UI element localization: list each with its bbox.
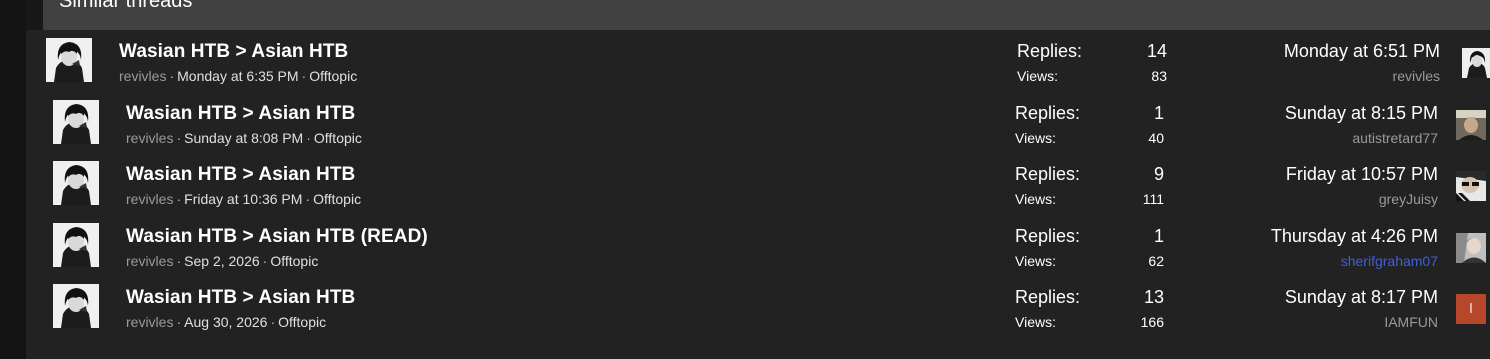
manga-portrait-icon: [53, 284, 99, 328]
views-count: 83: [1151, 68, 1167, 84]
thread-start-date[interactable]: Friday at 10:36 PM: [184, 191, 302, 207]
thread-start-date[interactable]: Sunday at 8:08 PM: [184, 130, 303, 146]
thread-meta: revivles · Sep 2, 2026 · Offtopic: [126, 253, 318, 269]
views-count: 111: [1142, 191, 1164, 207]
thread-author-link[interactable]: revivles: [126, 314, 173, 330]
thread-meta: revivles · Sunday at 8:08 PM · Offtopic: [126, 130, 362, 146]
thread-title-link[interactable]: Wasian HTB > Asian HTB (READ): [126, 226, 428, 248]
last-poster-avatar[interactable]: I: [1456, 294, 1486, 324]
thread-forum-link[interactable]: Offtopic: [314, 130, 362, 146]
thread-author-link[interactable]: revivles: [126, 253, 173, 269]
meta-separator: ·: [306, 130, 311, 146]
photo-avatar-icon: [1456, 171, 1486, 201]
thread-start-date[interactable]: Aug 30, 2026: [184, 314, 267, 330]
thread-start-date[interactable]: Sep 2, 2026: [184, 253, 260, 269]
block-header: Similar threads: [43, 0, 1490, 30]
views-count: 166: [1140, 314, 1164, 330]
views-label: Views:: [1015, 130, 1056, 146]
views-label: Views:: [1015, 191, 1056, 207]
meta-separator: ·: [270, 314, 276, 330]
thread-meta: revivles · Aug 30, 2026 · Offtopic: [126, 314, 326, 330]
meta-separator: ·: [176, 130, 182, 146]
thread-row: Wasian HTB > Asian HTB revivles · Sunday a…: [26, 92, 1490, 153]
thread-forum-link[interactable]: Offtopic: [309, 68, 357, 84]
thread-title-link[interactable]: Wasian HTB > Asian HTB: [126, 103, 355, 125]
block-title: Similar threads: [59, 0, 193, 12]
meta-separator: ·: [301, 68, 307, 84]
thread-title-link[interactable]: Wasian HTB > Asian HTB: [126, 287, 355, 309]
last-post-date[interactable]: Monday at 6:51 PM: [1180, 41, 1440, 62]
replies-label: Replies:: [1015, 226, 1081, 246]
replies-count: 13: [1143, 287, 1164, 307]
thread-author-link[interactable]: revivles: [126, 191, 173, 207]
similar-threads-page: Similar threads Wasian HTB > Asian HTB r…: [0, 0, 1490, 359]
meta-separator: ·: [262, 253, 268, 269]
thread-list: Wasian HTB > Asian HTB revivles · Monday a…: [26, 30, 1490, 359]
author-avatar[interactable]: [53, 284, 99, 328]
thread-forum-link[interactable]: Offtopic: [313, 191, 361, 207]
left-gutter: [0, 0, 26, 359]
manga-portrait-icon: [46, 38, 92, 82]
thread-meta: revivles · Friday at 10:36 PM · Offtopic: [126, 191, 361, 207]
meta-separator: ·: [176, 191, 182, 207]
last-poster-link[interactable]: greyJuisy: [1178, 191, 1438, 207]
manga-portrait-icon: [53, 161, 99, 205]
views-label: Views:: [1015, 314, 1056, 330]
thread-row: Wasian HTB > Asian HTB revivles · Friday a…: [26, 153, 1490, 214]
replies-count: 1: [1153, 226, 1164, 246]
last-post-date[interactable]: Thursday at 4:26 PM: [1178, 226, 1438, 247]
last-poster-avatar[interactable]: [1456, 233, 1486, 263]
meta-separator: ·: [176, 314, 182, 330]
last-poster-link[interactable]: autistretard77: [1178, 130, 1438, 146]
manga-portrait-icon: [53, 100, 99, 144]
last-poster-link[interactable]: IAMFUN: [1178, 314, 1438, 330]
replies-count: 1: [1153, 103, 1164, 123]
manga-portrait-icon: [53, 223, 99, 267]
views-label: Views:: [1015, 253, 1056, 269]
thread-row: Wasian HTB > Asian HTB (READ) revivles · S…: [26, 215, 1490, 276]
replies-label: Replies:: [1017, 41, 1083, 61]
replies-count: 14: [1146, 41, 1167, 61]
author-avatar[interactable]: [53, 223, 99, 267]
last-post-date[interactable]: Sunday at 8:15 PM: [1178, 103, 1438, 124]
author-avatar[interactable]: [53, 100, 99, 144]
author-avatar[interactable]: [46, 38, 92, 82]
thread-meta: revivles · Monday at 6:35 PM · Offtopic: [119, 68, 357, 84]
thread-start-date[interactable]: Monday at 6:35 PM: [177, 68, 298, 84]
views-label: Views:: [1017, 68, 1058, 84]
thread-row: Wasian HTB > Asian HTB revivles · Monday a…: [26, 30, 1490, 91]
thread-title-link[interactable]: Wasian HTB > Asian HTB: [126, 164, 355, 186]
meta-separator: ·: [305, 191, 311, 207]
last-post-date[interactable]: Friday at 10:57 PM: [1178, 164, 1438, 185]
thread-author-link[interactable]: revivles: [119, 68, 166, 84]
replies-count: 9: [1153, 164, 1164, 184]
last-poster-avatar[interactable]: [1456, 110, 1486, 140]
thread-forum-link[interactable]: Offtopic: [270, 253, 318, 269]
avatar-letter: I: [1468, 300, 1474, 317]
author-avatar[interactable]: [53, 161, 99, 205]
replies-label: Replies:: [1015, 164, 1081, 184]
views-count: 40: [1148, 130, 1164, 146]
last-poster-link[interactable]: sherifgraham07: [1178, 253, 1438, 269]
last-post-date[interactable]: Sunday at 8:17 PM: [1178, 287, 1438, 308]
meta-separator: ·: [176, 253, 182, 269]
thread-row: Wasian HTB > Asian HTB revivles · Aug 30, …: [26, 276, 1490, 337]
thread-forum-link[interactable]: Offtopic: [278, 314, 326, 330]
replies-label: Replies:: [1015, 103, 1081, 123]
photo-avatar-icon: [1456, 110, 1486, 140]
thread-author-link[interactable]: revivles: [126, 130, 173, 146]
last-poster-avatar[interactable]: [1462, 48, 1490, 78]
thread-title-link[interactable]: Wasian HTB > Asian HTB: [119, 41, 348, 63]
last-poster-avatar[interactable]: [1456, 171, 1486, 201]
replies-label: Replies:: [1015, 287, 1081, 307]
manga-portrait-icon: [1462, 48, 1490, 78]
last-poster-link[interactable]: revivles: [1180, 68, 1440, 84]
views-count: 62: [1148, 253, 1164, 269]
photo-avatar-icon: [1456, 233, 1486, 263]
meta-separator: ·: [169, 68, 175, 84]
